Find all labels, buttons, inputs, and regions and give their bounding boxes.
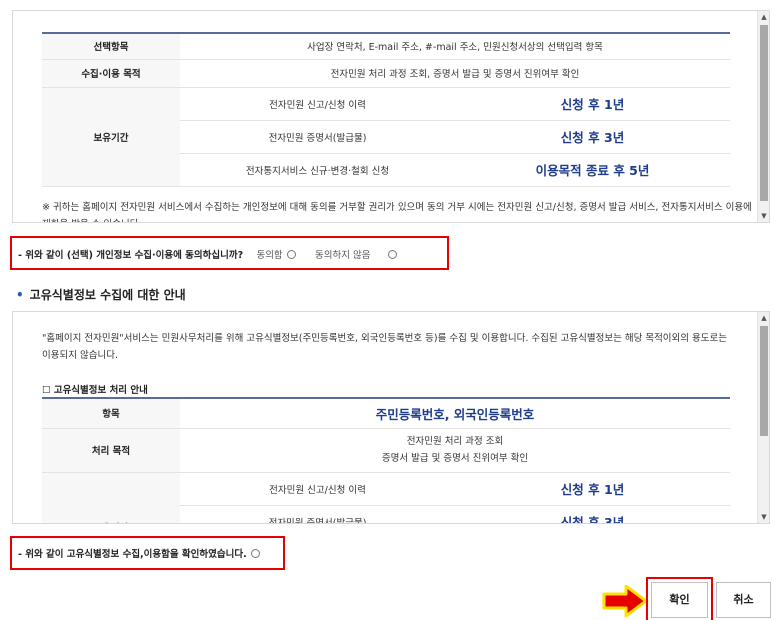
retention-item: 전자통지서비스 신규·변경·철회 신청: [180, 153, 455, 187]
table-row: 선택항목 사업장 연락처, E-mail 주소, #-mail 주소, 민원신청…: [42, 32, 730, 60]
purpose-line: 증명서 발급 및 증명서 진위여부 확인: [381, 453, 529, 464]
retention-period: 신청 후 1년: [455, 472, 730, 506]
scrollbar[interactable]: ▲ ▼: [757, 11, 769, 222]
unique-id-box-title: ☐ 고유식별정보 처리 안내: [42, 385, 148, 396]
scroll-thumb[interactable]: [760, 326, 768, 436]
unique-consent-radio[interactable]: [250, 549, 260, 558]
table-row: 보유기간 전자민원 신고/신청 이력 신청 후 1년: [42, 472, 730, 523]
scroll-down-arrow-icon[interactable]: ▼: [758, 511, 769, 523]
disagree-label[interactable]: 동의하지 않음: [315, 250, 370, 261]
unique-consent-row: - 위와 같이 고유식별정보 수집,이용함을 확인하였습니다.: [18, 546, 260, 560]
scroll-down-arrow-icon[interactable]: ▼: [758, 210, 769, 222]
bullet-icon: •: [16, 288, 24, 302]
table-row: 보유기간 전자민원 신고/신청 이력 신청 후 1년: [42, 87, 730, 187]
agree-radio[interactable]: [286, 250, 296, 259]
scrollbar[interactable]: ▲ ▼: [757, 312, 769, 523]
section-title-text: 고유식별정보 수집에 대한 안내: [29, 288, 186, 302]
row-header: 처리 목적: [42, 428, 180, 473]
retention-period: 신청 후 3년: [455, 505, 730, 523]
optional-consent-panel: 선택항목 사업장 연락처, E-mail 주소, #-mail 주소, 민원신청…: [12, 10, 770, 223]
row-header: 선택항목: [42, 32, 180, 60]
scroll-thumb[interactable]: [760, 25, 768, 201]
retention-item: 전자민원 신고/신청 이력: [180, 472, 455, 506]
retention-item: 전자민원 증명서(발급물): [180, 505, 455, 523]
scroll-up-arrow-icon[interactable]: ▲: [758, 11, 769, 23]
pointer-arrow-icon: [602, 585, 648, 617]
table-row: 수집·이용 목적 전자민원 처리 과정 조회, 증명서 발급 및 증명서 진위여…: [42, 59, 730, 88]
refusal-notice: ※ 귀하는 홈페이지 전자민원 서비스에서 수집하는 개인정보에 대해 동의를 …: [42, 202, 752, 222]
optional-items-table: 선택항목 사업장 연락처, E-mail 주소, #-mail 주소, 민원신청…: [42, 32, 730, 187]
retention-item: 전자민원 증명서(발급물): [180, 120, 455, 154]
cancel-button[interactable]: 취소: [716, 582, 771, 618]
optional-consent-question: - 위와 같이 (선택) 개인정보 수집·이용에 동의하십니까?: [18, 250, 244, 261]
unique-id-intro: "홈페이지 전자민원"서비스는 민원사무처리를 위해 고유식별정보(주민등록번호…: [42, 333, 728, 361]
row-value: 전자민원 처리 과정 조회 증명서 발급 및 증명서 진위여부 확인: [180, 428, 730, 473]
row-value: 주민등록번호, 외국인등록번호: [180, 397, 730, 429]
purpose-line: 전자민원 처리 과정 조회: [406, 436, 504, 447]
row-value: 전자민원 처리 과정 조회, 증명서 발급 및 증명서 진위여부 확인: [180, 59, 730, 88]
table-row: 처리 목적 전자민원 처리 과정 조회 증명서 발급 및 증명서 진위여부 확인: [42, 428, 730, 473]
retention-header: 보유기간: [42, 472, 180, 523]
unique-consent-question: - 위와 같이 고유식별정보 수집,이용함을 확인하였습니다.: [18, 549, 247, 560]
retention-item: 전자민원 신고/신청 이력: [180, 87, 455, 121]
retention-period: 신청 후 1년: [455, 87, 730, 121]
retention-header: 보유기간: [42, 87, 180, 187]
row-value: 사업장 연락처, E-mail 주소, #-mail 주소, 민원신청서상의 선…: [180, 32, 730, 60]
optional-consent-row: - 위와 같이 (선택) 개인정보 수집·이용에 동의하십니까? 동의함 동의하…: [18, 247, 398, 261]
retention-period: 신청 후 3년: [455, 120, 730, 154]
confirm-button[interactable]: 확인: [651, 582, 708, 618]
scroll-up-arrow-icon[interactable]: ▲: [758, 312, 769, 324]
agree-label[interactable]: 동의함: [256, 250, 282, 261]
row-header: 수집·이용 목적: [42, 59, 180, 88]
row-header: 항목: [42, 397, 180, 429]
unique-id-table: 항목 주민등록번호, 외국인등록번호 처리 목적 전자민원 처리 과정 조회 증…: [42, 397, 730, 523]
section-title: • 고유식별정보 수집에 대한 안내: [16, 286, 186, 303]
unique-id-panel: "홈페이지 전자민원"서비스는 민원사무처리를 위해 고유식별정보(주민등록번호…: [12, 311, 770, 524]
disagree-radio[interactable]: [388, 250, 398, 259]
retention-period: 이용목적 종료 후 5년: [455, 153, 730, 187]
table-row: 항목 주민등록번호, 외국인등록번호: [42, 397, 730, 429]
